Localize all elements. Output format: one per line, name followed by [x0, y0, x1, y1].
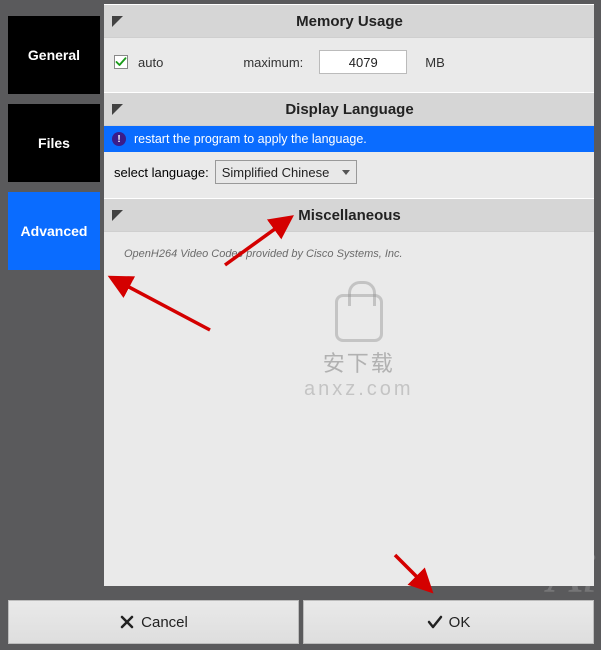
main-panel: Memory Usage auto maximum: 4079 MB Displ…: [104, 4, 594, 586]
maximum-input[interactable]: 4079: [319, 50, 407, 74]
sidebar: General Files Advanced: [8, 16, 100, 270]
ok-button-label: OK: [449, 614, 471, 631]
tab-advanced-label: Advanced: [21, 223, 88, 239]
check-icon: [427, 614, 443, 630]
select-language-label: select language:: [114, 165, 209, 180]
section-language: Display Language ! restart the program t…: [104, 92, 594, 198]
chevron-down-icon: [342, 170, 350, 175]
language-select-value: Simplified Chinese: [222, 165, 330, 180]
watermark: 安下载 anxz.com: [304, 294, 414, 401]
tab-files-label: Files: [38, 135, 70, 151]
close-icon: [119, 614, 135, 630]
lock-icon: [335, 294, 383, 342]
section-language-title: Display Language: [131, 101, 568, 118]
collapse-icon: [112, 16, 123, 27]
section-misc-title: Miscellaneous: [131, 207, 568, 224]
section-misc-header[interactable]: Miscellaneous: [104, 198, 594, 232]
language-select[interactable]: Simplified Chinese: [215, 160, 357, 184]
codec-note: OpenH264 Video Codec provided by Cisco S…: [104, 232, 594, 266]
cancel-button[interactable]: Cancel: [8, 600, 299, 644]
watermark-domain: anxz.com: [304, 378, 414, 401]
footer: Cancel OK: [8, 600, 594, 644]
collapse-icon: [112, 210, 123, 221]
auto-label: auto: [138, 55, 163, 70]
tab-files[interactable]: Files: [8, 104, 100, 182]
section-memory-header[interactable]: Memory Usage: [104, 4, 594, 38]
section-misc: Miscellaneous OpenH264 Video Codec provi…: [104, 198, 594, 266]
maximum-label: maximum:: [243, 55, 303, 70]
info-icon: !: [112, 132, 126, 146]
check-icon: [115, 56, 127, 68]
auto-checkbox[interactable]: [114, 55, 128, 69]
watermark-cn: 安下载: [304, 346, 414, 378]
section-language-header[interactable]: Display Language: [104, 92, 594, 126]
tab-general-label: General: [28, 47, 80, 63]
section-memory: Memory Usage auto maximum: 4079 MB: [104, 4, 594, 92]
ok-button[interactable]: OK: [303, 600, 594, 644]
cancel-button-label: Cancel: [141, 614, 188, 631]
collapse-icon: [112, 104, 123, 115]
maximum-unit: MB: [425, 55, 445, 70]
language-info-bar: ! restart the program to apply the langu…: [104, 126, 594, 152]
language-info-text: restart the program to apply the languag…: [134, 132, 367, 146]
tab-advanced[interactable]: Advanced: [8, 192, 100, 270]
tab-general[interactable]: General: [8, 16, 100, 94]
section-memory-title: Memory Usage: [131, 13, 568, 30]
